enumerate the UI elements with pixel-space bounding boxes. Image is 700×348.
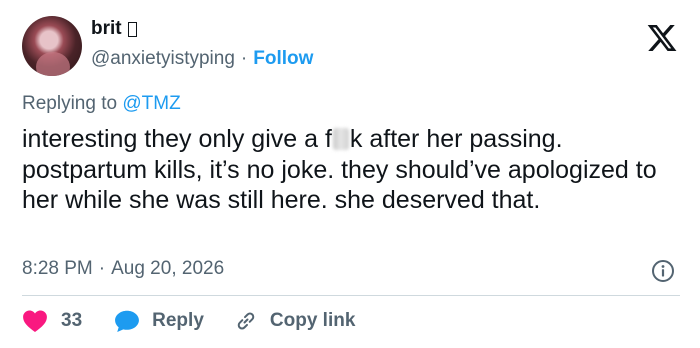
follow-button[interactable]: Follow: [253, 48, 313, 70]
x-logo-icon[interactable]: [646, 22, 678, 54]
info-icon[interactable]: [651, 259, 675, 283]
replying-to-prefix: Replying to: [22, 93, 118, 114]
reply-bubble-icon: [115, 310, 140, 333]
reply-label: Reply: [152, 310, 204, 331]
tweet-date: Aug 20, 2026: [111, 258, 225, 279]
replying-to: Replying to @TMZ: [22, 93, 181, 115]
action-bar: 33 Reply Copy link: [22, 307, 355, 335]
tweet-time: 8:28 PM: [22, 258, 93, 279]
reply-button[interactable]: Reply: [114, 309, 204, 333]
name-row: brit: [91, 18, 137, 40]
divider: [22, 295, 680, 296]
handle-separator: ·: [240, 48, 248, 69]
display-name[interactable]: brit: [91, 18, 122, 40]
emoji-placeholder-icon: [127, 21, 137, 37]
handle-row: @anxietyistyping · Follow: [91, 48, 313, 70]
tweet-text-part-1: interesting they only give a f: [22, 125, 332, 153]
like-count: 33: [61, 310, 83, 331]
avatar[interactable]: [22, 16, 82, 76]
reply-mention-link[interactable]: @TMZ: [122, 93, 180, 114]
link-icon: [237, 312, 255, 330]
user-handle[interactable]: @anxietyistyping: [91, 48, 235, 70]
copy-link-label: Copy link: [269, 310, 356, 331]
like-button[interactable]: 33: [22, 309, 82, 333]
heart-icon: [23, 310, 47, 333]
copy-link-button[interactable]: Copy link: [234, 309, 356, 333]
censor-blur: [332, 128, 349, 150]
tweet-timestamp[interactable]: 8:28 PM · Aug 20, 2026: [22, 258, 224, 280]
tweet-header: brit @anxietyistyping · Follow: [22, 16, 682, 80]
meta-separator: ·: [98, 258, 106, 279]
tweet-text: interesting they only give a fk after he…: [22, 124, 682, 216]
